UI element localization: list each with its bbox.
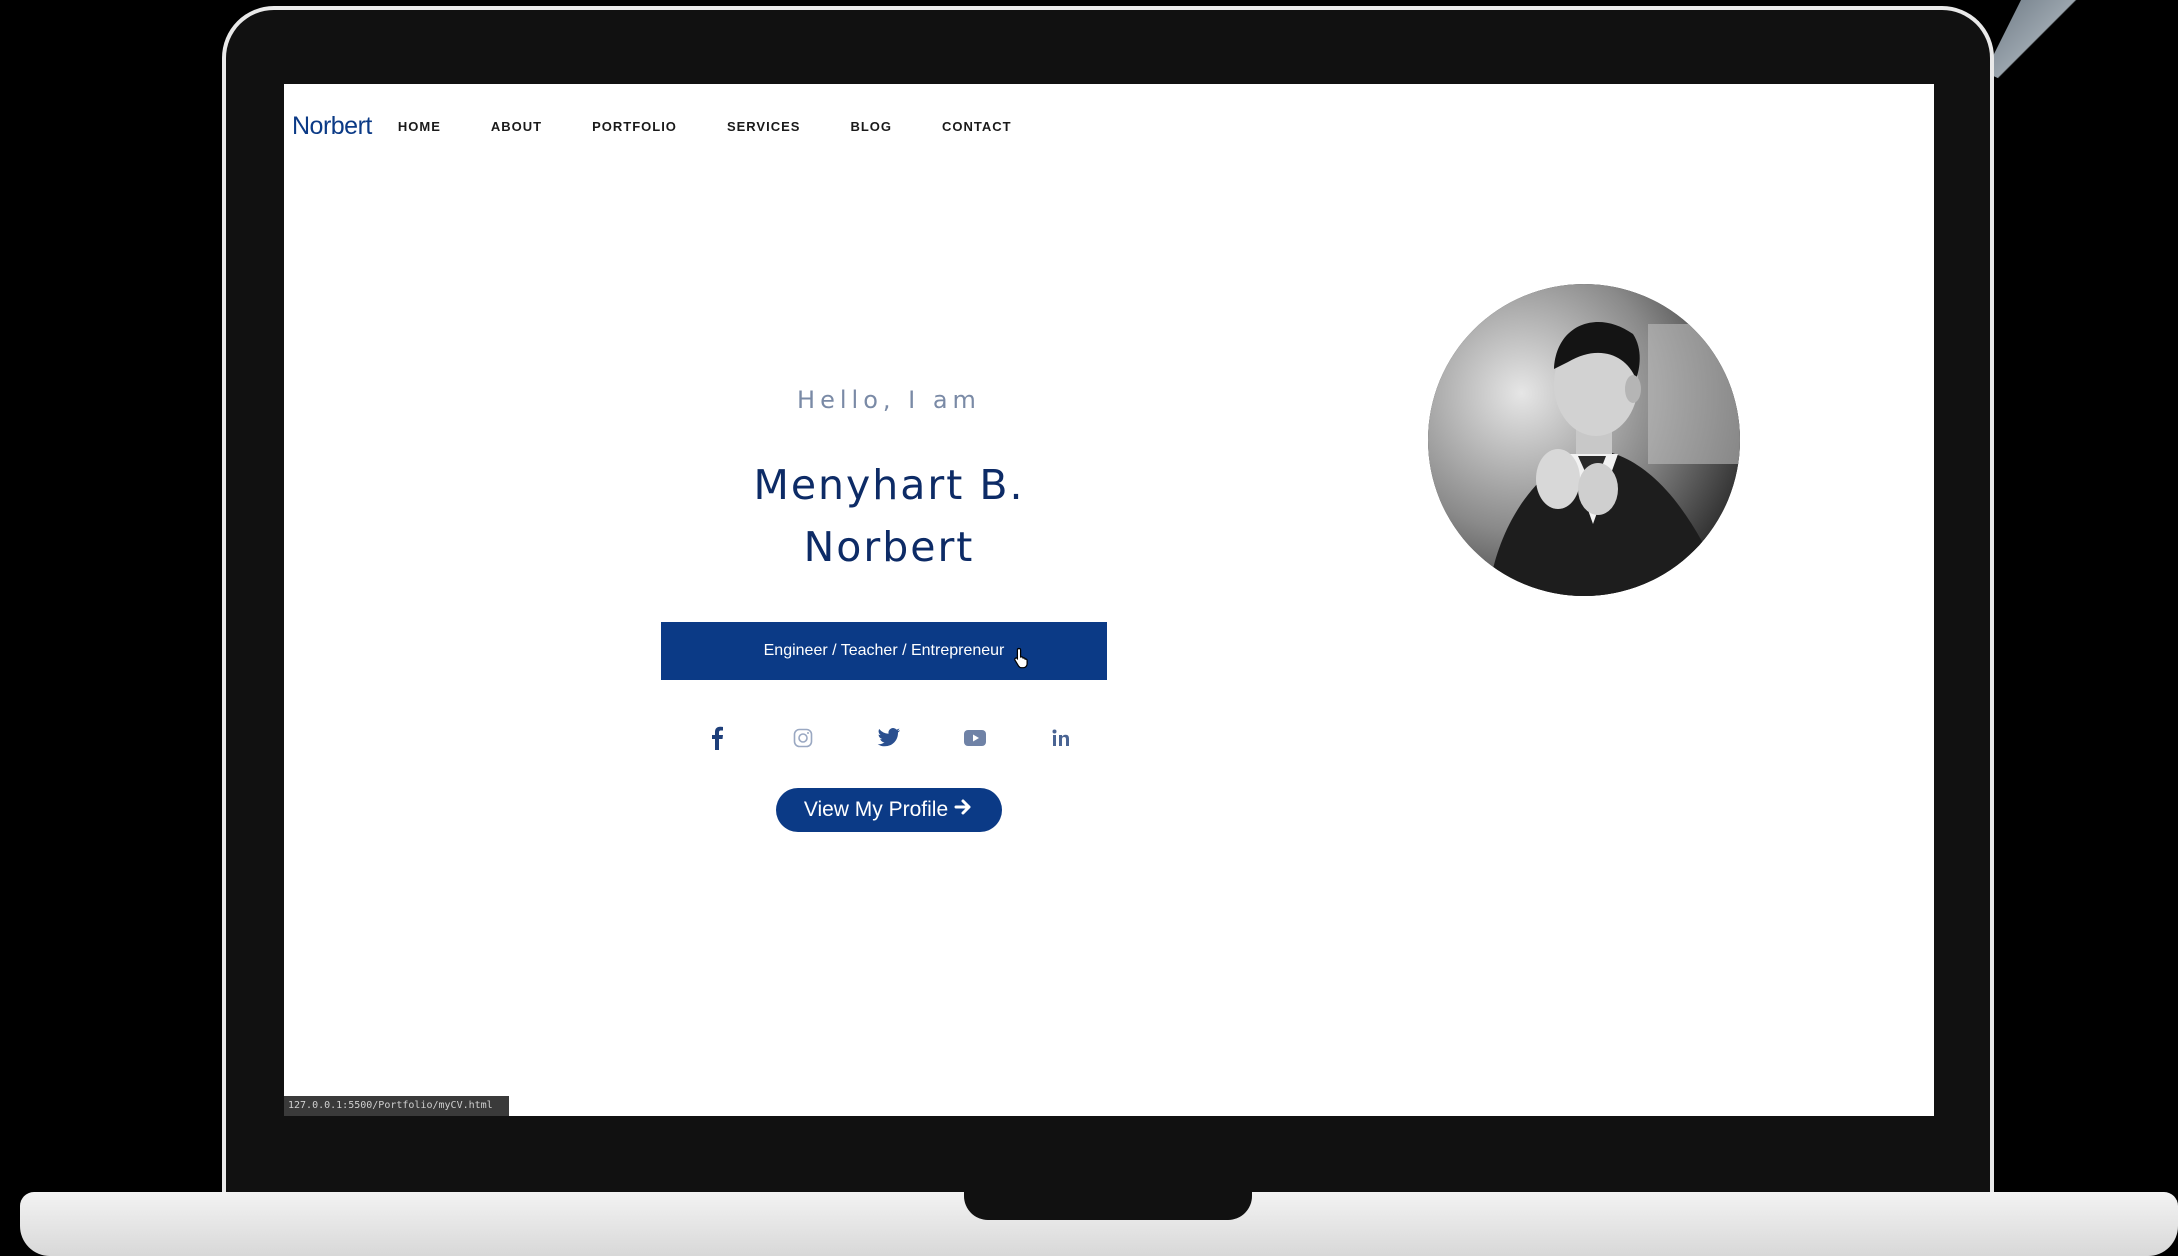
youtube-icon[interactable] bbox=[932, 718, 1018, 758]
view-profile-button[interactable]: View My Profile bbox=[776, 788, 1002, 832]
browser-status-url: 127.0.0.1:5500/Portfolio/myCV.html bbox=[284, 1096, 509, 1116]
nav-services[interactable]: SERVICES bbox=[727, 119, 801, 134]
hero-name-line1: Menyhart B. bbox=[753, 461, 1025, 509]
nav-portfolio[interactable]: PORTFOLIO bbox=[592, 119, 677, 134]
twitter-icon[interactable] bbox=[846, 718, 932, 758]
laptop-edge bbox=[1985, 0, 2105, 80]
site-logo[interactable]: Norbert bbox=[292, 112, 372, 141]
nav-blog[interactable]: BLOG bbox=[850, 119, 892, 134]
top-navigation: Norbert HOME ABOUT PORTFOLIO SERVICES BL… bbox=[292, 106, 1062, 146]
hero-greeting: Hello, I am bbox=[797, 386, 981, 414]
nav-about[interactable]: ABOUT bbox=[491, 119, 542, 134]
hero-section: Hello, I am Menyhart B. Norbert Engineer… bbox=[661, 294, 1114, 832]
view-profile-label: View My Profile bbox=[803, 798, 949, 821]
linkedin-icon[interactable] bbox=[1018, 718, 1104, 758]
browser-viewport: Norbert HOME ABOUT PORTFOLIO SERVICES BL… bbox=[284, 84, 1934, 1116]
nav-contact[interactable]: CONTACT bbox=[942, 119, 1012, 134]
profile-photo bbox=[1428, 284, 1740, 596]
instagram-icon[interactable] bbox=[760, 718, 846, 758]
laptop-notch bbox=[964, 1192, 1252, 1220]
hand-pointer-icon bbox=[1013, 647, 1031, 673]
social-links bbox=[664, 718, 1114, 758]
hero-name: Menyhart B. Norbert bbox=[664, 454, 1114, 578]
arrow-right-icon bbox=[954, 798, 974, 822]
roles-banner: Engineer / Teacher / Entrepreneur bbox=[661, 622, 1107, 680]
nav-home[interactable]: HOME bbox=[398, 119, 441, 134]
facebook-icon[interactable] bbox=[674, 718, 760, 758]
hero-name-line2: Norbert bbox=[803, 523, 975, 571]
